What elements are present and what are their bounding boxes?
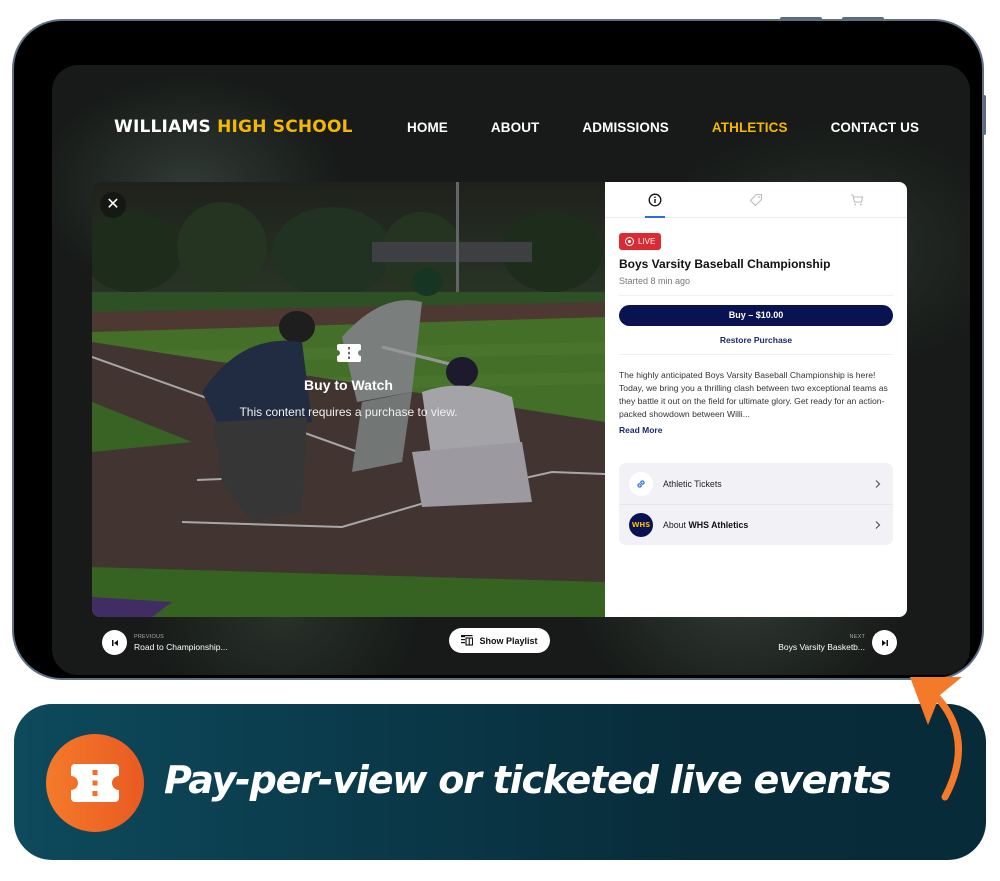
whs-logo: WHS [629, 513, 653, 537]
chevron-right-icon [875, 521, 881, 529]
nav-athletics[interactable]: ATHLETICS [712, 120, 788, 135]
next-title: Boys Varsity Basketb... [778, 641, 865, 652]
arrow-icon [910, 677, 962, 801]
buy-button[interactable]: Buy – $10.00 [619, 305, 893, 326]
nav-home[interactable]: HOME [407, 120, 448, 135]
tab-tickets[interactable] [706, 182, 807, 217]
ticket-icon [71, 764, 119, 802]
close-icon: ✕ [106, 196, 120, 213]
site-navbar: WILLIAMS HIGH SCHOOL HOME ABOUT ADMISSIO… [52, 65, 970, 185]
next-video-button[interactable]: NEXT Boys Varsity Basketb... [778, 630, 897, 655]
tab-info[interactable] [605, 182, 706, 218]
skip-previous-icon [111, 639, 118, 646]
divider [619, 295, 893, 296]
playlist-icon [461, 635, 474, 646]
previous-title: Road to Championship... [134, 641, 228, 652]
tablet-frame: WILLIAMS HIGH SCHOOL HOME ABOUT ADMISSIO… [14, 21, 982, 678]
link-icon-wrapper [629, 471, 653, 496]
event-started-time: Started 8 min ago [619, 276, 691, 286]
restore-purchase-link[interactable]: Restore Purchase [619, 335, 893, 345]
read-more-link[interactable]: Read More [619, 425, 893, 435]
info-icon [648, 193, 662, 206]
nav-admissions[interactable]: ADMISSIONS [582, 120, 669, 135]
event-description: The highly anticipated Boys Varsity Base… [619, 370, 888, 419]
previous-label: PREVIOUS [134, 633, 165, 640]
show-playlist-button[interactable]: Show Playlist [449, 628, 550, 653]
live-badge-label: LIVE [638, 237, 656, 246]
skip-next-icon [881, 639, 888, 646]
panel-tabs [605, 182, 907, 218]
live-badge: LIVE [619, 233, 662, 250]
banner-headline: Pay-per-view or ticketed live events [164, 758, 892, 802]
promo-graphic: WILLIAMS HIGH SCHOOL HOME ABOUT ADMISSIO… [0, 0, 1000, 881]
logo-text-primary: WILLIAMS [114, 117, 211, 137]
link-label: Athletic Tickets [663, 478, 722, 489]
show-playlist-label: Show Playlist [479, 635, 538, 646]
close-button[interactable]: ✕ [100, 192, 126, 218]
link-label: About WHS Athletics [663, 520, 873, 530]
site-logo[interactable]: WILLIAMS HIGH SCHOOL [114, 117, 353, 137]
ticket-icon [336, 344, 361, 362]
video-player[interactable]: ✕ Buy to Watch This content requires a p… [92, 182, 605, 617]
nav-contact-us[interactable]: CONTACT US [831, 120, 920, 135]
feature-banner: Pay-per-view or ticketed live events [14, 704, 986, 860]
nav-links: HOME ABOUT ADMISSIONS ATHLETICS CONTACT … [407, 120, 919, 135]
link-about-whs-athletics[interactable]: WHS About WHS Athletics [619, 504, 893, 545]
banner-icon-circle [46, 734, 144, 832]
previous-video-button[interactable]: PREVIOUS Road to Championship... [102, 630, 228, 655]
logo-text-accent: HIGH SCHOOL [217, 117, 353, 137]
chevron-right-icon [875, 479, 881, 488]
next-label: NEXT [849, 633, 865, 640]
link-icon [637, 479, 645, 488]
tag-icon [749, 193, 763, 206]
nav-about[interactable]: ABOUT [491, 120, 540, 135]
buy-to-watch-subtitle: This content requires a purchase to view… [239, 405, 458, 419]
link-label-prefix: About [663, 520, 689, 530]
link-athletic-tickets[interactable]: Athletic Tickets [619, 463, 893, 504]
video-modal: ✕ Buy to Watch This content requires a p… [92, 182, 907, 617]
event-details-panel: LIVE Boys Varsity Baseball Championship … [605, 182, 907, 617]
link-label-bold: WHS Athletics [688, 520, 749, 530]
next-circle[interactable] [872, 630, 897, 655]
tablet-screen: WILLIAMS HIGH SCHOOL HOME ABOUT ADMISSIO… [52, 65, 970, 675]
previous-circle[interactable] [102, 630, 127, 655]
live-icon [625, 237, 634, 246]
buy-to-watch-title: Buy to Watch [304, 377, 393, 393]
related-links: Athletic Tickets WHS About WHS Athletics [619, 463, 893, 545]
event-title: Boys Varsity Baseball Championship [619, 257, 831, 271]
cart-icon [850, 193, 863, 205]
tab-cart[interactable] [806, 182, 907, 217]
divider [619, 354, 893, 355]
buy-to-watch-overlay: Buy to Watch This content requires a pur… [92, 344, 605, 419]
